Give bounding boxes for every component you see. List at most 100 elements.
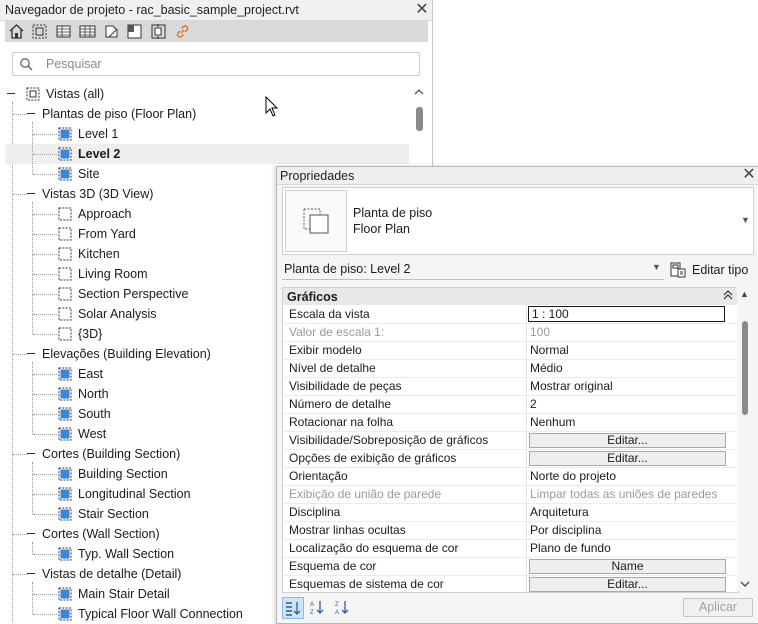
view-3d-icon	[58, 267, 72, 281]
property-row[interactable]: Orientação Norte do projeto	[283, 467, 738, 486]
property-row[interactable]: Número de detalhe 2	[283, 395, 738, 414]
zoom-fit-icon[interactable]	[31, 23, 48, 40]
property-row[interactable]: Mostrar linhas ocultas Por disciplina	[283, 521, 738, 540]
property-row[interactable]: Nível de detalhe Médio	[283, 359, 738, 378]
sort-by-category-icon[interactable]	[282, 597, 304, 619]
schedule-icon[interactable]	[55, 23, 72, 40]
section-icon[interactable]	[103, 23, 120, 40]
scroll-down-icon[interactable]	[740, 579, 750, 591]
chevron-down-icon[interactable]: ▼	[652, 262, 661, 272]
sort-ascending-icon[interactable]: AZ	[307, 597, 327, 617]
property-edit-button[interactable]: Editar...	[529, 577, 726, 592]
collapse-group-icon[interactable]	[723, 289, 733, 304]
apply-button[interactable]: Aplicar	[683, 598, 753, 617]
property-name: Esquemas de sistema de cor	[289, 577, 444, 591]
collapse-icon[interactable]	[26, 184, 36, 204]
tree-view-label: North	[78, 387, 109, 401]
scroll-thumb[interactable]	[416, 107, 423, 131]
view-icon	[58, 487, 72, 501]
property-row[interactable]: Visibilidade de peças Mostrar original	[283, 377, 738, 396]
svg-text:Z: Z	[310, 610, 314, 615]
tree-view-item[interactable]: Level 1	[0, 124, 400, 144]
property-edit-button[interactable]: Name	[529, 559, 726, 574]
property-row[interactable]: Esquemas de sistema de cor Editar...	[283, 575, 738, 592]
property-value[interactable]: Normal	[530, 343, 569, 357]
scroll-up-icon[interactable]	[414, 87, 424, 97]
property-value[interactable]: Mostrar original	[530, 379, 613, 393]
collapse-icon[interactable]	[26, 104, 36, 124]
property-value[interactable]: Plano de fundo	[530, 541, 611, 555]
tree-view-label: Main Stair Detail	[78, 587, 170, 601]
property-name: Rotacionar na folha	[289, 415, 394, 429]
search-input[interactable]: Pesquisar	[12, 52, 420, 76]
properties-titlebar[interactable]: Propriedades ✕	[277, 167, 758, 185]
tree-view-label: From Yard	[78, 227, 136, 241]
view-3d-icon	[58, 247, 72, 261]
property-row[interactable]: Escala da vista 1 : 100	[283, 305, 738, 324]
property-row[interactable]: Rotacionar na folha Nenhum	[283, 413, 738, 432]
collapse-icon[interactable]	[26, 564, 36, 584]
property-value[interactable]: Norte do projeto	[530, 469, 616, 483]
view-icon	[58, 467, 72, 481]
collapse-icon[interactable]	[26, 444, 36, 464]
tree-view-item[interactable]: Level 2	[0, 144, 400, 164]
home-view-icon[interactable]	[8, 23, 25, 40]
property-row[interactable]: Exibir modelo Normal	[283, 341, 738, 360]
browser-toolbar	[5, 21, 428, 42]
link-icon[interactable]	[174, 23, 191, 40]
edit-type-label: Editar tipo	[692, 263, 749, 277]
property-value-input[interactable]: 1 : 100	[528, 306, 725, 322]
property-name: Valor de escala 1:	[289, 325, 385, 339]
property-row[interactable]: Opções de exibição de gráficos Editar...	[283, 449, 738, 468]
group-header-graphics[interactable]: Gráficos	[283, 288, 738, 305]
instance-selector[interactable]: Planta de piso: Level 2 ▼	[282, 259, 664, 280]
property-row[interactable]: Visibilidade/Sobreposição de gráficos Edi…	[283, 431, 738, 450]
collapse-icon[interactable]	[6, 84, 16, 104]
property-row[interactable]: Disciplina Arquitetura	[283, 503, 738, 522]
scroll-thumb[interactable]	[742, 321, 748, 415]
tree-view-label: Level 1	[78, 127, 119, 141]
type-name: Floor Plan	[353, 222, 410, 236]
tree-group-label: Cortes (Wall Section)	[42, 527, 160, 541]
view-icon	[58, 547, 72, 561]
property-row[interactable]: Valor de escala 1: 100	[283, 323, 738, 342]
property-value[interactable]: Médio	[530, 361, 563, 375]
table-icon[interactable]	[79, 23, 96, 40]
close-icon[interactable]: ✕	[414, 2, 430, 18]
sort-descending-icon[interactable]: ZA	[332, 597, 352, 617]
tree-view-label: Site	[78, 167, 100, 181]
property-edit-button[interactable]: Editar...	[529, 451, 726, 466]
view-icon	[58, 587, 72, 601]
close-icon[interactable]: ✕	[741, 167, 757, 183]
property-value[interactable]: Nenhum	[530, 415, 575, 429]
svg-text:A: A	[335, 610, 339, 615]
view-icon	[58, 507, 72, 521]
property-value[interactable]: Por disciplina	[530, 523, 601, 537]
type-selector[interactable]: Planta de piso Floor Plan ▼	[282, 187, 754, 255]
tree-group-label: Plantas de piso (Floor Plan)	[42, 107, 197, 121]
property-row[interactable]: Esquema de cor Name	[283, 557, 738, 576]
properties-scrollbar[interactable]: ▲	[737, 287, 753, 591]
sheet-icon[interactable]	[126, 23, 143, 40]
floor-plan-type-icon	[285, 190, 347, 252]
property-row[interactable]: Localização do esquema de cor Plano de fu…	[283, 539, 738, 558]
property-name: Número de detalhe	[289, 397, 392, 411]
project-browser-titlebar[interactable]: Navegador de projeto - rac_basic_sample_…	[0, 0, 432, 21]
tree-view-label: Stair Section	[78, 507, 149, 521]
tree-group[interactable]: Plantas de piso (Floor Plan)	[0, 104, 400, 124]
view-icon	[58, 407, 72, 421]
property-value[interactable]: Arquitetura	[530, 505, 589, 519]
collapse-icon[interactable]	[26, 524, 36, 544]
property-name: Visibilidade de peças	[289, 379, 402, 393]
chevron-down-icon[interactable]: ▼	[741, 215, 750, 225]
scroll-up-icon[interactable]: ▲	[740, 289, 749, 299]
tree-view-label: Typ. Wall Section	[78, 547, 175, 561]
collapse-icon[interactable]	[26, 344, 36, 364]
view-icon	[58, 147, 72, 161]
views-icon[interactable]	[150, 23, 167, 40]
tree-root-views[interactable]: Vistas (all)	[0, 84, 400, 104]
property-value[interactable]: 2	[530, 397, 537, 411]
property-edit-button[interactable]: Editar...	[529, 433, 726, 448]
property-row[interactable]: Exibição de união de parede Limpar todas …	[283, 485, 738, 504]
tree-view-label: Solar Analysis	[78, 307, 157, 321]
